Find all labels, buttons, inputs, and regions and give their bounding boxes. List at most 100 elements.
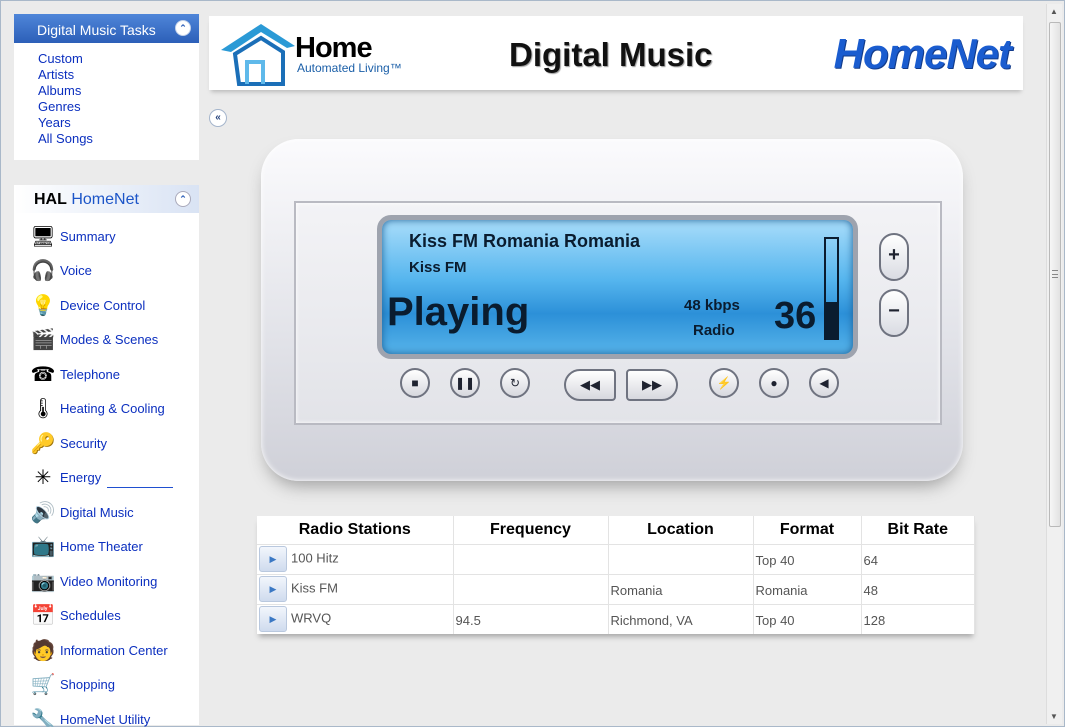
nav-label: Heating & Cooling bbox=[60, 401, 165, 417]
station-format: Top 40 bbox=[753, 543, 862, 574]
volume-down-button[interactable]: − bbox=[879, 289, 909, 337]
play-station-button[interactable]: ▶ bbox=[259, 576, 287, 602]
station-location: Romania bbox=[608, 573, 754, 604]
nav-item-schedules[interactable]: 📅 Schedules bbox=[14, 599, 199, 634]
home-theater-icon: 📺 bbox=[30, 536, 56, 559]
lcd-volume: 36 bbox=[774, 295, 817, 337]
volume-meter bbox=[824, 237, 839, 340]
lcd-display: Kiss FM Romania Romania Kiss FM Playing … bbox=[377, 215, 858, 359]
station-format: Top 40 bbox=[753, 603, 862, 634]
stop-button[interactable]: ■ bbox=[400, 368, 430, 398]
tasks-panel: Digital Music Tasks ⌃ Custom Artists Alb… bbox=[14, 14, 199, 160]
col-header-frequency: Frequency bbox=[453, 516, 609, 544]
stations-table: Radio Stations Frequency Location Format… bbox=[257, 516, 975, 634]
task-link-all-songs[interactable]: All Songs bbox=[38, 131, 199, 147]
nav-label: Shopping bbox=[60, 677, 115, 693]
task-link-albums[interactable]: Albums bbox=[38, 83, 199, 99]
page-header: Home Automated Living™ Digital Music Hom… bbox=[209, 16, 1023, 90]
hal-nav-panel: HAL HomeNet ⌃ 🖥 Summary 🎧 Voice 💡 Device Co… bbox=[14, 185, 199, 727]
scrollbar-thumb[interactable] bbox=[1049, 22, 1061, 527]
station-format: Romania bbox=[753, 573, 862, 604]
telephone-icon: ☎ bbox=[30, 363, 56, 386]
task-link-artists[interactable]: Artists bbox=[38, 67, 199, 83]
station-name: Kiss FM bbox=[291, 580, 338, 596]
nav-label: Telephone bbox=[60, 366, 120, 382]
app-window: Digital Music Tasks ⌃ Custom Artists Alb… bbox=[0, 0, 1065, 727]
nav-item-summary[interactable]: 🖥 Summary bbox=[14, 219, 199, 254]
nav-label: Security bbox=[60, 435, 107, 451]
nav-item-shopping[interactable]: 🛒 Shopping bbox=[14, 668, 199, 703]
lcd-station-title: Kiss FM Romania Romania bbox=[409, 231, 641, 251]
cart-icon: 🛒 bbox=[30, 674, 56, 697]
utility-icon: 🔧 bbox=[30, 708, 56, 727]
energy-icon: ✳ bbox=[34, 467, 52, 490]
shuffle-button[interactable]: ⚡ bbox=[709, 368, 739, 398]
table-row: ▶ WRVQ 94.5 Richmond, VA Top 40 128 bbox=[257, 603, 975, 634]
record-button[interactable]: ● bbox=[759, 368, 789, 398]
task-list: Custom Artists Albums Genres Years All S… bbox=[14, 43, 199, 147]
task-link-genres[interactable]: Genres bbox=[38, 99, 199, 115]
nav-item-information-center[interactable]: 🧑 Information Center bbox=[14, 633, 199, 668]
station-location bbox=[608, 543, 754, 574]
nav-label: Video Monitoring bbox=[60, 573, 158, 589]
nav-item-modes-scenes[interactable]: 🎬 Modes & Scenes bbox=[14, 323, 199, 358]
nav-label: Energy bbox=[60, 470, 102, 486]
nav-label: Modes & Scenes bbox=[60, 332, 159, 348]
modes-scenes-icon: 🎬 bbox=[30, 329, 56, 352]
play-station-button[interactable]: ▶ bbox=[259, 546, 287, 572]
house-logo-icon bbox=[221, 24, 295, 86]
voice-icon: 🎧 bbox=[30, 260, 56, 283]
previous-button[interactable]: ◀◀ bbox=[564, 369, 616, 401]
logo-tagline: Automated Living™ bbox=[297, 61, 402, 75]
scroll-up-icon[interactable]: ▲ bbox=[1050, 7, 1058, 16]
vertical-scrollbar[interactable]: ▲ ▼ bbox=[1046, 4, 1062, 724]
nav-item-voice[interactable]: 🎧 Voice bbox=[14, 254, 199, 289]
nav-item-telephone[interactable]: ☎ Telephone bbox=[14, 357, 199, 392]
station-frequency: 94.5 bbox=[453, 603, 609, 634]
collapse-hal-icon[interactable]: ⌃ bbox=[175, 191, 191, 207]
nav-label: HomeNet Utility bbox=[60, 711, 151, 727]
nav-item-home-theater[interactable]: 📺 Home Theater bbox=[14, 530, 199, 565]
station-bitrate: 128 bbox=[861, 603, 975, 634]
nav-item-device-control[interactable]: 💡 Device Control bbox=[14, 288, 199, 323]
lcd-source: Radio bbox=[693, 322, 735, 339]
hal-brand-name: HomeNet bbox=[71, 191, 139, 208]
pause-button[interactable]: ❚❚ bbox=[450, 368, 480, 398]
collapse-tasks-icon[interactable]: ⌃ bbox=[175, 20, 191, 36]
nav-item-video-monitoring[interactable]: 📷 Video Monitoring bbox=[14, 564, 199, 599]
station-bitrate: 48 bbox=[861, 573, 975, 604]
nav-item-homenet-utility[interactable]: 🔧 HomeNet Utility bbox=[14, 702, 199, 727]
volume-up-button[interactable]: + bbox=[879, 233, 909, 281]
hal-nav-list: 🖥 Summary 🎧 Voice 💡 Device Control 🎬 Modes &… bbox=[14, 213, 199, 727]
scroll-down-icon[interactable]: ▼ bbox=[1050, 712, 1058, 721]
col-header-format: Format bbox=[753, 516, 862, 544]
task-link-custom[interactable]: Custom bbox=[38, 51, 199, 67]
task-link-years[interactable]: Years bbox=[38, 115, 199, 131]
next-button[interactable]: ▶▶ bbox=[626, 369, 678, 401]
repeat-button[interactable]: ↻ bbox=[500, 368, 530, 398]
nav-label: Schedules bbox=[60, 608, 121, 624]
nav-item-digital-music[interactable]: 🔊 Digital Music bbox=[14, 495, 199, 530]
nav-item-security[interactable]: 🔑 Security bbox=[14, 426, 199, 461]
nav-item-heating-cooling[interactable]: 🌡 Heating & Cooling bbox=[14, 392, 199, 427]
tasks-panel-title: Digital Music Tasks bbox=[37, 22, 156, 38]
music-player: ■ ❚❚ ↻ ◀◀ ▶▶ ⚡ ● ◀ + − Kiss FM Romania R… bbox=[261, 139, 963, 481]
volume-meter-fill bbox=[826, 302, 837, 338]
table-row: ▶ 100 Hitz Top 40 64 bbox=[257, 543, 975, 574]
lcd-station-subtitle: Kiss FM bbox=[409, 259, 467, 276]
nav-item-energy[interactable]: ✳ Energy bbox=[14, 461, 199, 496]
col-header-station: Radio Stations bbox=[257, 516, 454, 544]
collapse-left-panel-button[interactable]: « bbox=[209, 109, 227, 127]
hal-panel-header: HAL HomeNet ⌃ bbox=[14, 185, 199, 213]
keys-icon: 🔑 bbox=[30, 432, 56, 455]
thermometer-icon: 🌡 bbox=[30, 398, 56, 421]
col-header-bitrate: Bit Rate bbox=[861, 516, 975, 544]
mute-button[interactable]: ◀ bbox=[809, 368, 839, 398]
homenet-logo: HomeNet bbox=[833, 30, 1012, 77]
play-station-button[interactable]: ▶ bbox=[259, 606, 287, 633]
lcd-bitrate: 48 kbps bbox=[684, 297, 740, 314]
info-center-icon: 🧑 bbox=[30, 639, 56, 662]
nav-label: Device Control bbox=[60, 297, 146, 313]
table-row: ▶ Kiss FM Romania Romania 48 bbox=[257, 573, 975, 604]
nav-label: Digital Music bbox=[60, 504, 134, 520]
